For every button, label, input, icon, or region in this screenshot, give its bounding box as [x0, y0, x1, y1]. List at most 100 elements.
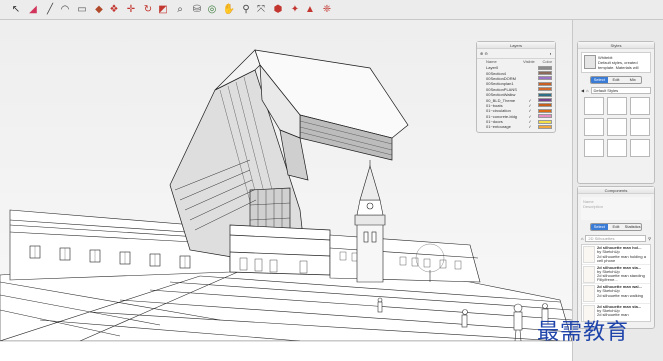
layer-color-swatch[interactable] [538, 114, 552, 119]
tape-measure-icon[interactable]: ⌕ [172, 3, 188, 16]
layer-visible-checkbox[interactable]: ✓ [522, 124, 538, 129]
component-item[interactable]: 2d silhouette man wal... by SketchUp 2d si… [582, 284, 650, 304]
layer-row[interactable]: 01~boats ✓ [477, 103, 555, 108]
layer-name: 01~concrete-bldg [486, 113, 518, 119]
layer-row[interactable]: 00SectionPLANS [477, 87, 555, 92]
components-tabs: Select Edit Statistics [590, 223, 642, 231]
layer-row[interactable]: 01~entourage ✓ [477, 124, 555, 129]
pan-hand-icon[interactable]: ✋ [221, 3, 237, 16]
offset-icon[interactable]: ❖ [108, 3, 120, 16]
component-info: Name Description [581, 197, 651, 220]
extension-warehouse-icon[interactable]: ✦ [289, 3, 301, 16]
layer-name: 00_BLD_Theme [486, 97, 516, 103]
layer-color-swatch[interactable] [538, 119, 552, 124]
extension-icon[interactable]: ❈ [319, 3, 335, 16]
component-item[interactable]: 2d silhouette man sta... by SketchUp 2d si… [582, 265, 650, 284]
home-icon[interactable]: ⌂ [581, 236, 583, 241]
style-collection-dropdown[interactable]: Default Styles [590, 87, 651, 94]
eraser-icon[interactable]: ◢ [25, 3, 41, 16]
scale-icon[interactable]: ◩ [157, 3, 169, 16]
search-icon[interactable]: ⚲ [648, 236, 651, 241]
tab-statistics[interactable]: Statistics [624, 224, 641, 230]
style-option[interactable] [584, 139, 604, 157]
layer-color-swatch[interactable] [538, 76, 552, 81]
layer-row[interactable]: 00SectionDORM [477, 76, 555, 81]
select-arrow-icon[interactable]: ↖ [10, 3, 22, 16]
layer-row[interactable]: 00_BLD_Theme ✓ [477, 97, 555, 103]
style-option[interactable] [607, 97, 627, 115]
main-toolbar: ↖ ◢ ╱ ◠ ▭ ◆ ❖ ✛ ↻ ◩ ⌕ ⛁ ◎ ✋ ⚲ ⤧ ⬢ ✦ ▲ ❈ [0, 0, 663, 20]
layer-visible-checkbox[interactable]: ✓ [522, 108, 538, 113]
layer-color-swatch[interactable] [538, 87, 552, 92]
style-option[interactable] [607, 118, 627, 136]
paint-bucket-icon[interactable]: ⛁ [191, 3, 203, 16]
style-option[interactable] [630, 139, 650, 157]
style-option[interactable] [630, 118, 650, 136]
column-color[interactable]: Color [539, 59, 552, 64]
push-pull-icon[interactable]: ◆ [93, 3, 105, 16]
layer-visible-checkbox[interactable]: ✓ [522, 103, 538, 108]
orbit-icon[interactable]: ◎ [206, 3, 218, 16]
warehouse-icon[interactable]: ⬢ [270, 3, 286, 16]
layer-details-icon[interactable]: ◐ [550, 51, 552, 56]
rectangle-icon[interactable]: ▭ [74, 3, 90, 16]
layer-row[interactable]: 00Section4 [477, 70, 555, 76]
style-thumbnail [584, 55, 596, 69]
component-description-label: Description [583, 204, 604, 209]
layer-visible-checkbox[interactable]: ✓ [522, 98, 538, 103]
component-search-input[interactable]: 2D Silhouettes [585, 235, 647, 242]
tab-mix[interactable]: Mix [624, 77, 641, 83]
layer-name: 00SectionWalkw [486, 92, 516, 98]
move-icon[interactable]: ✛ [123, 3, 139, 16]
rotate-icon[interactable]: ↻ [142, 3, 154, 16]
layer-visible-checkbox[interactable]: ✓ [522, 114, 538, 119]
style-option[interactable] [607, 139, 627, 157]
tab-edit[interactable]: Edit [608, 224, 625, 230]
component-item-desc: 2d silhouette man standing Filly/frene..… [597, 273, 645, 283]
style-option[interactable] [630, 97, 650, 115]
back-icon[interactable]: ◀ [581, 88, 584, 93]
tab-select[interactable]: Select [591, 224, 608, 230]
layer-row[interactable]: 01~concrete-bldg ✓ [477, 114, 555, 119]
style-option[interactable] [584, 118, 604, 136]
component-thumbnail [583, 285, 595, 302]
column-name[interactable]: Name [486, 59, 523, 64]
layers-panel-actions: ⊕ ⊖ ◐ [477, 49, 555, 59]
tab-select[interactable]: Select [591, 77, 608, 83]
column-visible[interactable]: Visible [523, 59, 539, 64]
layer-visible-checkbox[interactable]: ✓ [522, 119, 538, 124]
layer-row[interactable]: 00Sectionplan1 [477, 81, 555, 86]
styles-navbar: ◀ ⌂ Default Styles [578, 86, 654, 95]
component-item[interactable]: 2d silhouette man hol... by SketchUp 2d si… [582, 245, 650, 265]
layer-color-swatch[interactable] [538, 108, 552, 113]
layer-color-swatch[interactable] [538, 71, 552, 76]
style-option[interactable] [584, 97, 604, 115]
layer-row[interactable]: 00SectionWalkw [477, 92, 555, 97]
arc-icon[interactable]: ◠ [59, 3, 71, 16]
layer-color-swatch[interactable] [538, 92, 552, 97]
layer-color-swatch[interactable] [538, 98, 552, 103]
styles-tabs: Select Edit Mix [590, 76, 642, 84]
layer-color-swatch[interactable] [538, 81, 552, 86]
zoom-extents-icon[interactable]: ⤧ [255, 3, 267, 16]
pencil-line-icon[interactable]: ╱ [44, 3, 56, 16]
styles-panel[interactable]: Styles Whitebit Default styles, created … [577, 41, 655, 184]
layer-name: 00Section4 [486, 70, 507, 76]
layer-color-swatch[interactable] [538, 124, 552, 129]
layer-row[interactable]: 01~doors ✓ [477, 119, 555, 124]
components-panel[interactable]: Components Name Description Select Edit … [577, 186, 655, 329]
add-layer-icon[interactable]: ⊕ ⊖ [480, 51, 488, 56]
component-text: 2d silhouette man hol... by SketchUp 2d si… [597, 245, 649, 263]
layer-color-swatch[interactable] [538, 65, 552, 70]
home-icon[interactable]: ⌂ [586, 88, 588, 93]
share-model-icon[interactable]: ▲ [304, 3, 316, 16]
tab-edit[interactable]: Edit [608, 77, 625, 83]
layer-row[interactable]: Layer0 [477, 65, 555, 70]
layer-row[interactable]: 01~circulation ✓ [477, 108, 555, 113]
clock-tower [329, 160, 481, 283]
layer-color-swatch[interactable] [538, 103, 552, 108]
layers-panel[interactable]: Layers ⊕ ⊖ ◐ Name Visible Color Layer0 00… [476, 41, 556, 133]
style-thumbnails-grid [578, 95, 654, 159]
zoom-icon[interactable]: ⚲ [240, 3, 252, 16]
component-thumbnail [583, 265, 595, 283]
